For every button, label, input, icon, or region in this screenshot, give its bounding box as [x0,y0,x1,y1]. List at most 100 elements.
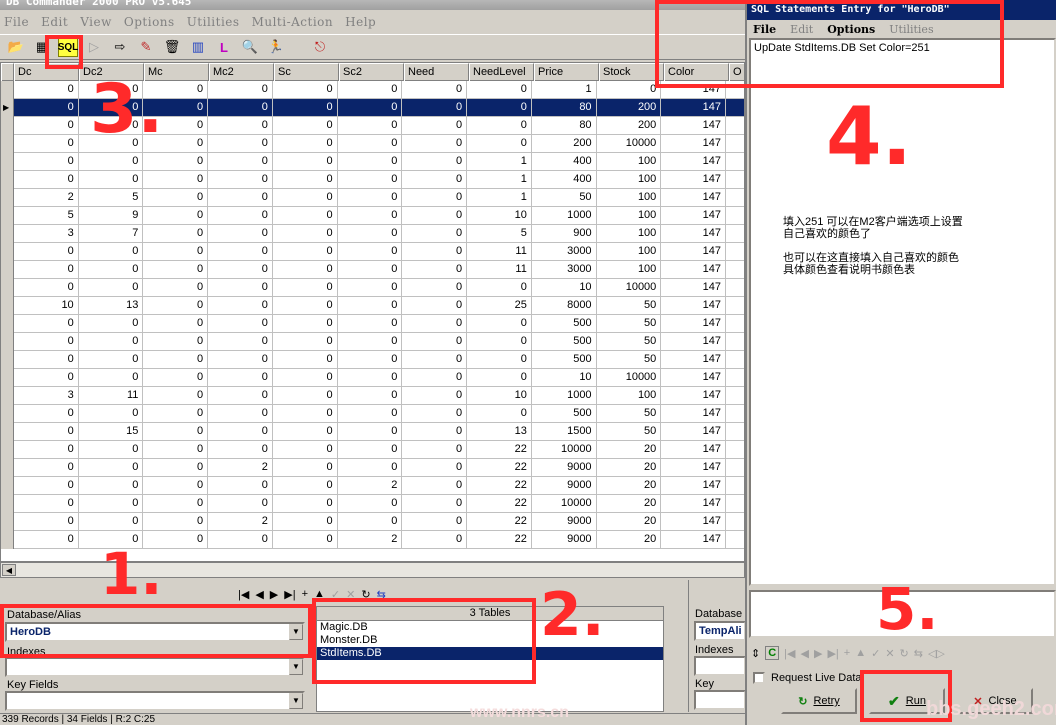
grid-cell[interactable]: 147 [661,153,727,171]
grid-cell[interactable]: 0 [208,81,273,99]
post-icon[interactable]: ✓ [871,647,880,660]
table-row[interactable]: 0 0 0 0 0 0 0 0 500 50 147 [1,333,744,351]
grid-cell[interactable]: 0 [402,81,468,99]
row-indicator[interactable] [1,441,14,459]
grid-cell[interactable]: 0 [273,351,338,369]
grid-cell[interactable]: 147 [661,405,727,423]
row-indicator[interactable] [1,297,14,315]
col-header[interactable]: Sc2 [339,63,404,81]
grid-cell[interactable]: 0 [208,279,273,297]
c-icon[interactable]: C [765,646,780,660]
grid-cell[interactable]: 0 [208,423,273,441]
grid-cell[interactable]: 0 [143,513,209,531]
grid-cell[interactable]: 200 [597,117,662,135]
grid-cell[interactable]: 0 [208,441,273,459]
grid-cell[interactable]: 0 [402,531,468,549]
grid-cell[interactable]: 200 [532,135,597,153]
grid-cell[interactable]: 0 [14,81,79,99]
grid-cell[interactable]: 0 [338,99,403,117]
row-indicator[interactable] [1,495,14,513]
grid-cell[interactable]: 0 [14,333,79,351]
grid-cell[interactable]: 0 [14,117,79,135]
row-indicator[interactable] [1,387,14,405]
grid-cell[interactable]: 0 [208,315,273,333]
row-indicator[interactable] [1,531,14,549]
grid-cell[interactable]: 100 [597,387,662,405]
grid-cell[interactable] [726,153,744,171]
row-indicator[interactable] [1,423,14,441]
grid-cell[interactable]: 0 [338,513,403,531]
grid-cell[interactable]: 0 [143,351,209,369]
grid-cell[interactable]: 0 [338,225,403,243]
grid-cell[interactable]: 0 [79,261,144,279]
grid-cell[interactable]: 0 [14,477,79,495]
grid-cell[interactable]: 0 [402,477,468,495]
paint-icon[interactable]: ✎ [136,37,156,57]
grid-cell[interactable]: 22 [467,459,532,477]
grid-cell[interactable]: 10 [532,369,597,387]
grid-cell[interactable]: 0 [402,495,468,513]
grid-cell[interactable]: 0 [14,153,79,171]
grid-cell[interactable]: 0 [338,81,403,99]
grid-cell[interactable]: 10 [532,279,597,297]
grid-cell[interactable]: 0 [143,333,209,351]
grid-cell[interactable]: 0 [143,387,209,405]
grid-cell[interactable]: 0 [273,477,338,495]
grid-cell[interactable]: 3 [14,225,79,243]
next-record-icon[interactable]: ▶ [814,647,822,660]
table-row[interactable]: 0 0 0 0 0 0 0 11 3000 100 147 [1,243,744,261]
grid-cell[interactable]: 0 [597,81,662,99]
grid-cell[interactable]: 147 [661,279,727,297]
grid-cell[interactable]: 9 [79,207,144,225]
grid-cell[interactable]: 0 [79,243,144,261]
grid-cell[interactable]: 0 [14,171,79,189]
split-icon[interactable]: ◁▷ [928,647,945,660]
menu-file[interactable]: File [4,15,29,29]
table-row[interactable]: 0 0 0 0 0 0 0 0 500 50 147 [1,315,744,333]
grid-cell[interactable]: 9000 [532,531,597,549]
grid-cell[interactable]: 147 [661,297,727,315]
up-icon[interactable]: ▲ [855,647,866,659]
grid-cell[interactable]: 0 [208,117,273,135]
grid-cell[interactable]: 147 [661,243,727,261]
grid-cell[interactable]: 0 [273,99,338,117]
grid-cell[interactable]: 0 [273,207,338,225]
grid-cell[interactable]: 0 [79,171,144,189]
grid-cell[interactable] [726,243,744,261]
grid-cell[interactable]: 5 [467,225,532,243]
grid-cell[interactable]: 0 [402,333,468,351]
refresh-icon[interactable]: ↻ [900,647,909,660]
menu-help[interactable]: Help [345,15,376,29]
grid-cell[interactable]: 20 [597,477,662,495]
grid-cell[interactable]: 0 [143,171,209,189]
grid-cell[interactable]: 0 [208,153,273,171]
grid-cell[interactable]: 22 [467,513,532,531]
grid-cell[interactable]: 0 [208,477,273,495]
grid-cell[interactable]: 0 [14,423,79,441]
grid-cell[interactable]: 0 [79,405,144,423]
row-indicator[interactable] [1,405,14,423]
grid-cell[interactable]: 0 [79,477,144,495]
insert-record-icon[interactable]: + [844,647,850,659]
grid-cell[interactable]: 0 [338,495,403,513]
menu-edit[interactable]: Edit [41,15,68,29]
grid-cell[interactable]: 0 [273,297,338,315]
grid-cell[interactable]: 100 [597,189,662,207]
structure-icon[interactable]: ▥ [188,37,208,57]
grid-cell[interactable]: 50 [597,423,662,441]
table-row[interactable]: 3 7 0 0 0 0 0 5 900 100 147 [1,225,744,243]
grid-cell[interactable]: 0 [338,315,403,333]
menu-view[interactable]: View [80,15,112,29]
grid-cell[interactable]: 0 [14,459,79,477]
grid-cell[interactable]: 0 [14,405,79,423]
grid-cell[interactable]: 0 [14,279,79,297]
grid-cell[interactable]: 147 [661,423,727,441]
grid-cell[interactable]: 10 [467,207,532,225]
grid-cell[interactable]: 147 [661,477,727,495]
grid-cell[interactable] [726,99,744,117]
grid-cell[interactable]: 0 [402,441,468,459]
grid-cell[interactable]: 0 [273,315,338,333]
grid-cell[interactable] [726,135,744,153]
grid-cell[interactable]: 0 [273,225,338,243]
grid-cell[interactable]: 0 [273,261,338,279]
